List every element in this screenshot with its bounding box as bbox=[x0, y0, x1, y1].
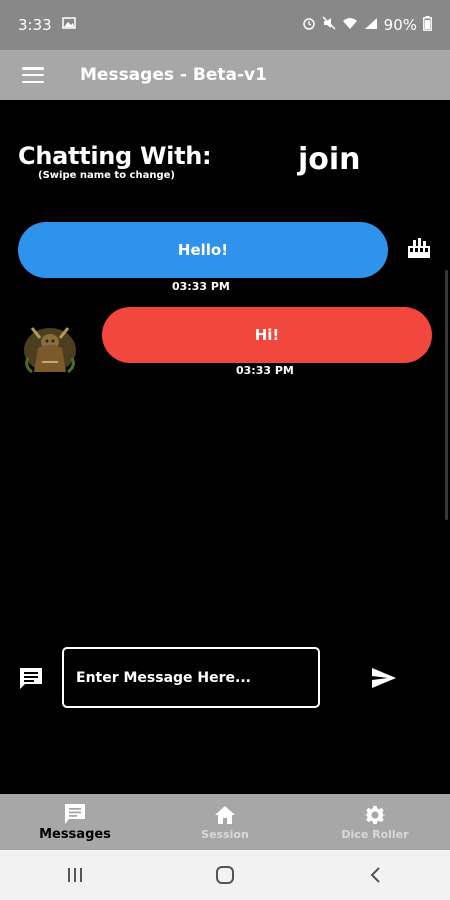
nav-messages[interactable]: Messages bbox=[0, 794, 150, 850]
nav-label: Session bbox=[201, 827, 249, 841]
nav-label: Messages bbox=[39, 826, 111, 842]
message-text: Hi! bbox=[254, 326, 280, 344]
message-icon bbox=[65, 803, 85, 824]
scrollbar[interactable] bbox=[445, 270, 448, 520]
signal-icon bbox=[364, 17, 378, 34]
status-time: 3:33 bbox=[18, 16, 52, 34]
swipe-hint: (Swipe name to change) bbox=[38, 170, 175, 181]
battery-icon bbox=[423, 15, 432, 35]
chat-header: Chatting With: (Swipe name to change) bbox=[18, 142, 212, 181]
recents-icon[interactable] bbox=[55, 860, 95, 890]
system-nav-bar bbox=[0, 850, 450, 900]
message-timestamp: 03:33 PM bbox=[236, 364, 294, 377]
nav-session[interactable]: Session bbox=[150, 794, 300, 850]
bottom-nav: Messages Session Dice Roller bbox=[0, 794, 450, 850]
message-icon bbox=[18, 666, 44, 690]
app-bar: Messages - Beta-v1 bbox=[0, 50, 450, 100]
send-icon[interactable] bbox=[370, 664, 398, 692]
message-bubble-incoming[interactable]: Hi! bbox=[102, 307, 432, 363]
app-title: Messages - Beta-v1 bbox=[80, 65, 267, 85]
alarm-icon bbox=[302, 16, 316, 34]
nav-label: Dice Roller bbox=[341, 827, 409, 841]
dice-icon bbox=[407, 237, 431, 259]
message-bubble-outgoing[interactable]: Hello! bbox=[18, 222, 388, 278]
message-timestamp: 03:33 PM bbox=[172, 280, 230, 293]
mute-icon bbox=[322, 16, 336, 34]
chat-partner-name[interactable]: join bbox=[298, 142, 361, 177]
wifi-icon bbox=[342, 17, 358, 34]
back-icon[interactable] bbox=[355, 860, 395, 890]
gear-icon bbox=[364, 805, 386, 824]
nav-dice-roller[interactable]: Dice Roller bbox=[300, 794, 450, 850]
character-avatar bbox=[18, 318, 82, 376]
message-input[interactable] bbox=[62, 647, 320, 708]
chat-area: Chatting With: (Swipe name to change) jo… bbox=[0, 100, 450, 794]
status-bar: 3:33 90% bbox=[0, 0, 450, 50]
home-circle-icon[interactable] bbox=[205, 860, 245, 890]
chatting-with-label: Chatting With: bbox=[18, 142, 212, 170]
battery-percent: 90% bbox=[383, 16, 417, 34]
hamburger-icon[interactable] bbox=[22, 67, 44, 83]
message-text: Hello! bbox=[177, 241, 229, 259]
home-icon bbox=[215, 805, 235, 824]
gallery-icon bbox=[61, 17, 76, 33]
status-icons: 90% bbox=[302, 15, 432, 35]
